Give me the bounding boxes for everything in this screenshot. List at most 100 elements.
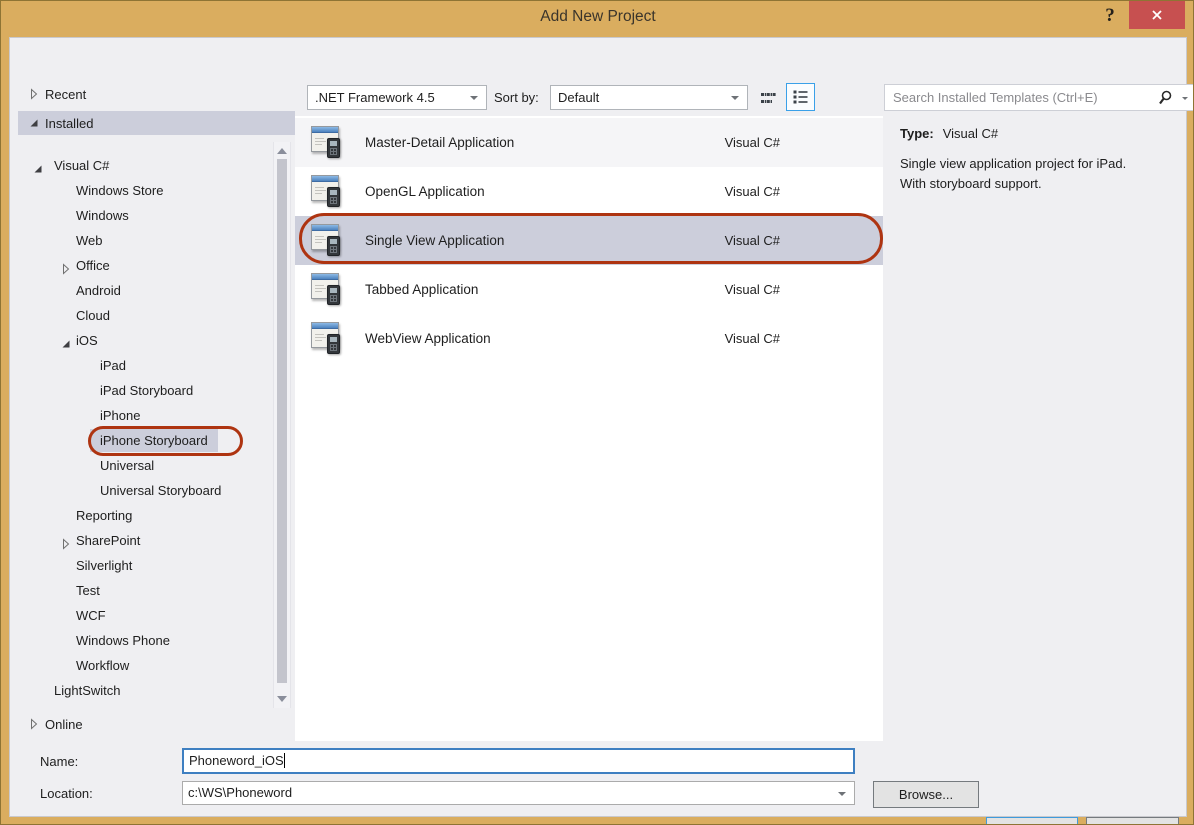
nav-item-online[interactable]: Online (18, 712, 295, 736)
expanded-triangle-icon[interactable] (28, 117, 40, 129)
nav-item-installed[interactable]: Installed (18, 111, 295, 135)
expanded-triangle-icon[interactable] (60, 334, 72, 346)
tree-item-label: Windows (76, 204, 129, 227)
tree-scrollbar[interactable] (273, 142, 291, 708)
template-row-opengl-application[interactable]: OpenGL ApplicationVisual C# (295, 167, 883, 216)
template-platform: Visual C# (650, 118, 780, 167)
tree-item-label: Universal (100, 454, 154, 477)
location-combobox[interactable]: c:\WS\Phoneword (182, 781, 855, 805)
tree-item-label: Universal Storyboard (100, 479, 221, 502)
expanded-triangle-icon[interactable] (32, 159, 44, 171)
tree-item-reporting[interactable]: Reporting (18, 504, 273, 527)
tree-item-office[interactable]: Office (18, 254, 273, 277)
chevron-down-icon (470, 96, 478, 100)
template-platform: Visual C# (650, 314, 780, 363)
template-name: OpenGL Application (365, 167, 485, 216)
template-row-webview-application[interactable]: WebView Application Visual C# (295, 314, 883, 363)
tree-item-android[interactable]: Android (18, 279, 273, 302)
framework-dropdown[interactable]: .NET Framework 4.5 (307, 85, 487, 110)
type-value: Visual C# (943, 126, 998, 141)
tree-item-label: Visual C# (54, 154, 109, 177)
chevron-right-icon[interactable] (28, 88, 40, 100)
nav-item-label: Online (45, 717, 83, 732)
text-caret (284, 753, 285, 768)
template-icon (310, 273, 343, 306)
tree-item-label: Workflow (76, 654, 129, 677)
phone-icon (327, 187, 340, 207)
phone-icon (327, 138, 340, 158)
tree-item-wcf[interactable]: WCF (18, 604, 273, 627)
chevron-down-icon (731, 96, 739, 100)
tree-item-sharepoint[interactable]: SharePoint (18, 529, 273, 552)
cancel-button[interactable]: Cancel (1086, 817, 1179, 825)
type-label: Type: (900, 126, 934, 141)
template-row-single-view-application[interactable]: Single View ApplicationVisual C# (295, 216, 883, 265)
list-view-button[interactable] (786, 83, 815, 111)
chevron-right-icon[interactable] (60, 534, 72, 546)
search-icon[interactable] (1158, 90, 1173, 106)
template-row-tabbed-application[interactable]: Tabbed ApplicationVisual C# (295, 265, 883, 314)
tree-item-iphone[interactable]: iPhone (18, 404, 273, 427)
dialog-title: Add New Project (1, 1, 1194, 33)
help-button[interactable]: ? (1099, 5, 1121, 31)
sortby-dropdown[interactable]: Default (550, 85, 748, 110)
tree-item-universal[interactable]: Universal (18, 454, 273, 477)
list-view-icon (792, 89, 809, 105)
template-icon (310, 322, 343, 355)
tree-item-label: WCF (76, 604, 106, 627)
tree-item-label: Cloud (76, 304, 110, 327)
ok-button[interactable]: OK (986, 817, 1078, 825)
template-icon (310, 126, 343, 159)
sort-by-label: Sort by: (494, 85, 539, 110)
chevron-right-icon[interactable] (28, 718, 40, 730)
framework-dropdown-value: .NET Framework 4.5 (315, 90, 435, 105)
tree-item-workflow[interactable]: Workflow (18, 654, 273, 677)
tree-item-lightswitch[interactable]: LightSwitch (18, 679, 273, 702)
dialog-content: Recent Installed Visual C#Windows StoreW… (9, 37, 1187, 817)
tree-item-ios[interactable]: iOS (18, 329, 273, 352)
search-box (884, 84, 1194, 111)
close-button[interactable] (1129, 1, 1185, 29)
scrollbar-thumb[interactable] (277, 159, 287, 683)
tree-item-web[interactable]: Web (18, 229, 273, 252)
template-list: Master-Detail ApplicationVisual C#OpenGL… (295, 116, 883, 741)
search-input[interactable] (885, 85, 1145, 110)
tree-item-test[interactable]: Test (18, 579, 273, 602)
small-icons-icon (761, 91, 777, 105)
template-type-line: Type: Visual C# (900, 126, 998, 146)
tree-item-universal-storyboard[interactable]: Universal Storyboard (18, 479, 273, 502)
tree-item-visual-c[interactable]: Visual C# (18, 154, 273, 177)
tree-item-silverlight[interactable]: Silverlight (18, 554, 273, 577)
tree-item-label: Silverlight (76, 554, 132, 577)
close-icon (1150, 8, 1164, 22)
tree-item-windows-store[interactable]: Windows Store (18, 179, 273, 202)
tree-item-label: Test (76, 579, 100, 602)
template-icon (310, 224, 343, 257)
nav-item-recent[interactable]: Recent (18, 82, 295, 106)
category-tree: Visual C#Windows StoreWindowsWebOfficeAn… (18, 141, 273, 707)
browse-button[interactable]: Browse... (873, 781, 979, 808)
name-label: Name: (40, 749, 78, 774)
tree-item-ipad[interactable]: iPad (18, 354, 273, 377)
tree-item-iphone-storyboard[interactable]: iPhone Storyboard (18, 429, 273, 452)
titlebar[interactable]: Add New Project ? (1, 1, 1194, 37)
tree-item-windows-phone[interactable]: Windows Phone (18, 629, 273, 652)
tree-item-windows[interactable]: Windows (18, 204, 273, 227)
chevron-right-icon[interactable] (60, 259, 72, 271)
phone-icon (327, 236, 340, 256)
tree-item-ipad-storyboard[interactable]: iPad Storyboard (18, 379, 273, 402)
tree-item-label: iOS (76, 329, 98, 352)
scroll-up-icon[interactable] (277, 148, 287, 154)
template-row-master-detail-application[interactable]: Master-Detail ApplicationVisual C# (295, 118, 883, 167)
phone-icon (327, 285, 340, 305)
name-input[interactable]: Phoneword_iOS (182, 748, 855, 774)
tree-item-cloud[interactable]: Cloud (18, 304, 273, 327)
scroll-down-icon[interactable] (277, 696, 287, 702)
chevron-down-icon[interactable] (1182, 97, 1188, 100)
template-icon (310, 175, 343, 208)
tree-item-label: Android (76, 279, 121, 302)
small-icons-view-button[interactable] (756, 85, 782, 110)
add-new-project-dialog: Add New Project ? Recent Installed Visua… (0, 0, 1194, 825)
tree-item-label: Windows Phone (76, 629, 170, 652)
template-name: WebView Application (365, 314, 491, 363)
